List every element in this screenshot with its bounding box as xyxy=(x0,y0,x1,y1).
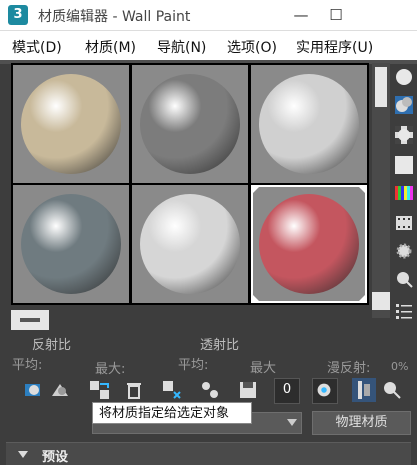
maximize-button[interactable]: ☐ xyxy=(325,4,347,26)
transmittance-max-label: 最大 xyxy=(250,361,277,376)
video-color-check-button[interactable] xyxy=(391,182,417,206)
title-bar: 3 材质编辑器 - Wall Paint — ☐ xyxy=(0,0,417,30)
sample-slot-6-selected[interactable] xyxy=(251,185,367,303)
slot-corner-tr xyxy=(357,185,367,195)
menu-utilities[interactable]: 实用程序(U) xyxy=(296,37,373,57)
horizontal-scroll-thumb[interactable] xyxy=(11,310,49,330)
slot-corner-br xyxy=(357,293,367,303)
assign-material-icon xyxy=(90,381,109,399)
trash-icon xyxy=(127,383,141,399)
vertical-scrollbar[interactable] xyxy=(372,63,390,318)
material-sphere-1 xyxy=(21,74,121,174)
options-button[interactable] xyxy=(391,240,417,264)
backlight-button[interactable] xyxy=(391,94,417,118)
reflectance-max-label: 最大: xyxy=(95,362,126,377)
assign-material-to-selection-button[interactable] xyxy=(88,378,112,402)
get-material-icon xyxy=(25,384,40,396)
background-button[interactable] xyxy=(391,124,417,148)
assign-material-tooltip: 将材质指定给选定对象 xyxy=(92,402,252,424)
material-sphere-4 xyxy=(21,194,121,294)
shaded-material-icon xyxy=(317,383,331,397)
put-to-library-button[interactable] xyxy=(198,378,222,402)
make-unique-icon xyxy=(163,381,181,399)
menu-mode[interactable]: 模式(D) xyxy=(12,37,62,57)
go-to-parent-icon xyxy=(384,382,401,399)
save-to-library-button[interactable] xyxy=(236,378,260,402)
save-icon xyxy=(240,382,256,398)
material-sphere-6 xyxy=(259,194,359,294)
collapse-triangle-icon xyxy=(18,451,28,458)
diffuse-value: 0% xyxy=(391,360,409,373)
sample-slot-1[interactable] xyxy=(13,65,129,183)
menu-options[interactable]: 选项(O) xyxy=(227,37,277,57)
sample-slot-5[interactable] xyxy=(132,185,248,303)
menu-navigation[interactable]: 导航(N) xyxy=(157,37,206,57)
slot-corner-tl xyxy=(251,185,261,195)
material-type-button[interactable]: 物理材质 xyxy=(312,411,411,435)
vertical-scroll-thumb[interactable] xyxy=(375,67,387,107)
sample-slot-3[interactable] xyxy=(251,65,367,183)
sphere-icon xyxy=(396,69,412,85)
scroll-corner xyxy=(372,292,390,310)
scroll-grip xyxy=(20,318,40,322)
put-material-to-scene-button[interactable] xyxy=(48,378,72,402)
menu-material[interactable]: 材质(M) xyxy=(85,37,136,57)
square-icon xyxy=(395,156,413,174)
reset-material-button[interactable] xyxy=(122,378,146,402)
show-end-result-button[interactable] xyxy=(352,378,376,402)
presets-rollout[interactable]: 预设 xyxy=(6,442,411,465)
list-tree-icon xyxy=(396,304,412,319)
material-id-channel-button[interactable]: 0 xyxy=(274,378,300,404)
transmittance-label: 透射比 xyxy=(200,338,240,353)
make-unique-button[interactable] xyxy=(160,378,184,402)
sample-uv-tiling-button[interactable] xyxy=(391,154,417,178)
put-to-scene-icon xyxy=(52,384,68,396)
select-by-material-button[interactable] xyxy=(391,268,417,292)
backlight-sphere-icon xyxy=(395,96,413,114)
material-id-value: 0 xyxy=(282,382,292,397)
sample-slot-2[interactable] xyxy=(132,65,248,183)
reflectance-label: 反射比 xyxy=(32,338,72,353)
material-sphere-5 xyxy=(140,194,240,294)
sample-slot-grid xyxy=(11,63,369,305)
gear-checker-icon xyxy=(396,243,412,259)
material-map-navigator-button[interactable] xyxy=(391,300,417,324)
reflectance-average-label: 平均: xyxy=(12,358,43,373)
material-sphere-2 xyxy=(140,74,240,174)
make-preview-button[interactable] xyxy=(391,212,417,236)
go-to-parent-button[interactable] xyxy=(380,378,404,402)
checker-background-icon xyxy=(395,126,413,144)
show-shaded-material-button[interactable] xyxy=(312,378,338,404)
color-bars-icon xyxy=(395,186,413,200)
app-icon: 3 xyxy=(8,5,28,25)
sample-type-button[interactable] xyxy=(391,66,417,90)
diffuse-label: 漫反射: xyxy=(327,361,371,376)
transmittance-average-label: 平均: xyxy=(178,358,209,373)
sample-slot-4[interactable] xyxy=(13,185,129,303)
menu-bar: 模式(D) 材质(M) 导航(N) 选项(O) 实用程序(U) xyxy=(0,30,417,61)
window-title: 材质编辑器 - Wall Paint xyxy=(38,9,191,25)
presets-rollout-title: 预设 xyxy=(42,450,69,465)
slot-corner-bl xyxy=(251,293,261,303)
select-by-material-icon xyxy=(397,272,413,288)
film-strip-icon xyxy=(396,216,412,230)
put-to-library-icon xyxy=(202,382,218,398)
end-result-icon xyxy=(358,381,370,399)
chevron-down-icon xyxy=(287,419,297,426)
minimize-button[interactable]: — xyxy=(290,4,312,26)
material-sphere-3 xyxy=(259,74,359,174)
get-material-button[interactable] xyxy=(22,378,46,402)
